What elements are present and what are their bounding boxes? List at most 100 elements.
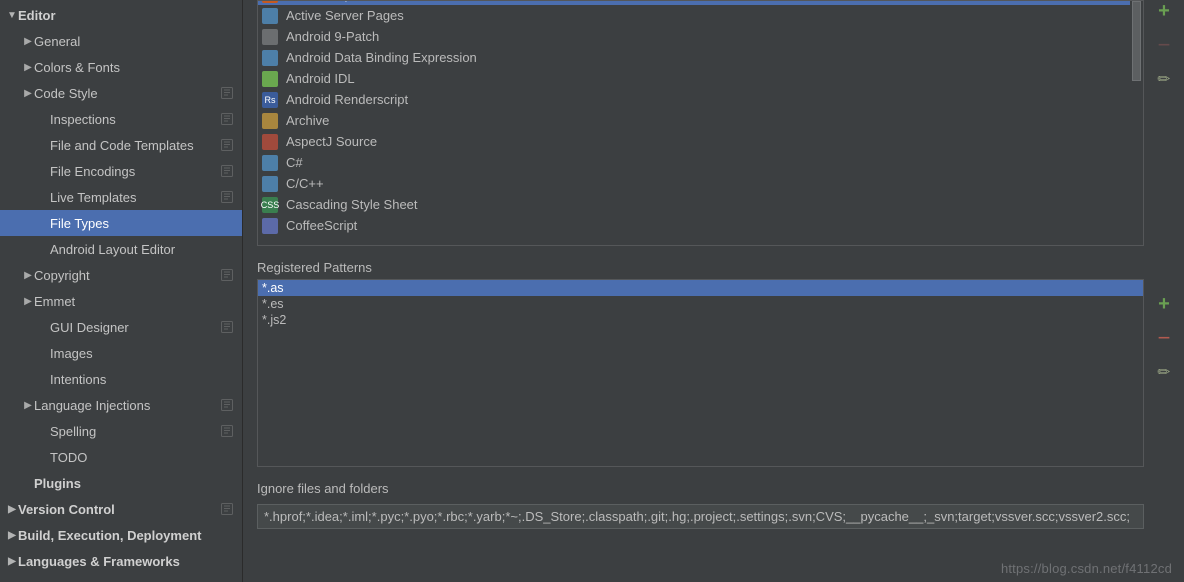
filetype-row[interactable]: C# — [258, 152, 1143, 173]
remove-filetype-button[interactable]: − — [1153, 34, 1175, 56]
pattern-row[interactable]: *.as — [258, 280, 1143, 296]
filetype-list[interactable]: ASActionScriptActive Server PagesAndroid… — [257, 0, 1144, 246]
filetype-label: C# — [286, 155, 303, 170]
filetype-row[interactable]: CSSCascading Style Sheet — [258, 194, 1143, 215]
sidebar-item[interactable]: Images — [0, 340, 242, 366]
filetype-label: Active Server Pages — [286, 8, 404, 23]
sidebar-item-label: File Encodings — [50, 164, 218, 179]
filetype-row[interactable]: Archive — [258, 110, 1143, 131]
filetype-row[interactable]: RsAndroid Renderscript — [258, 89, 1143, 110]
sidebar-item-label: TODO — [50, 450, 242, 465]
sidebar-item-label: Inspections — [50, 112, 218, 127]
sidebar-item[interactable]: File and Code Templates — [0, 132, 242, 158]
chevron-right-icon: ▶ — [6, 556, 18, 567]
filetype-icon — [262, 71, 278, 87]
scope-icon — [218, 190, 236, 204]
add-filetype-button[interactable]: + — [1153, 0, 1175, 22]
registered-patterns-label: Registered Patterns — [257, 260, 1184, 275]
add-pattern-button[interactable]: + — [1153, 293, 1175, 315]
sidebar-item[interactable]: Android Layout Editor — [0, 236, 242, 262]
scope-icon — [218, 424, 236, 438]
sidebar-item[interactable]: TODO — [0, 444, 242, 470]
sidebar-item-label: Intentions — [50, 372, 242, 387]
sidebar-item[interactable]: File Encodings — [0, 158, 242, 184]
sidebar-item[interactable]: Inspections — [0, 106, 242, 132]
sidebar-item-label: Languages & Frameworks — [18, 554, 242, 569]
filetype-row[interactable]: C/C++ — [258, 173, 1143, 194]
filetype-icon — [262, 50, 278, 66]
sidebar-item-label: Language Injections — [34, 398, 218, 413]
chevron-right-icon: ▶ — [22, 88, 34, 99]
filetype-icon — [262, 134, 278, 150]
watermark: https://blog.csdn.net/f4112cd — [1001, 561, 1178, 576]
edit-filetype-button[interactable]: ✎ — [1148, 63, 1179, 94]
scope-icon — [218, 112, 236, 126]
chevron-right-icon: ▶ — [22, 36, 34, 47]
sidebar-item-label: Editor — [18, 8, 242, 23]
sidebar-item[interactable]: ▼Editor — [0, 2, 242, 28]
filetype-label: Android Renderscript — [286, 92, 408, 107]
chevron-right-icon: ▶ — [22, 62, 34, 73]
settings-sidebar: ▼Editor▶General▶Colors & Fonts▶Code Styl… — [0, 0, 243, 582]
ignore-input[interactable] — [257, 504, 1144, 529]
sidebar-item[interactable]: ▶Code Style — [0, 80, 242, 106]
filetype-scrollbar[interactable] — [1130, 0, 1144, 246]
sidebar-item[interactable]: ▶Version Control — [0, 496, 242, 522]
edit-pattern-button[interactable]: ✎ — [1148, 356, 1179, 387]
sidebar-item-label: Colors & Fonts — [34, 60, 242, 75]
filetype-icon — [262, 218, 278, 234]
sidebar-item-label: Spelling — [50, 424, 218, 439]
filetype-label: Archive — [286, 113, 329, 128]
scope-icon — [218, 502, 236, 516]
filetype-row[interactable]: Active Server Pages — [258, 5, 1143, 26]
sidebar-item[interactable]: Plugins — [0, 470, 242, 496]
scope-icon — [218, 86, 236, 100]
sidebar-item[interactable]: Intentions — [0, 366, 242, 392]
filetype-row[interactable]: Android IDL — [258, 68, 1143, 89]
sidebar-item[interactable]: ▶Build, Execution, Deployment — [0, 522, 242, 548]
pattern-row[interactable]: *.js2 — [258, 312, 1143, 328]
filetype-label: AspectJ Source — [286, 134, 377, 149]
chevron-right-icon: ▶ — [6, 530, 18, 541]
sidebar-item[interactable]: GUI Designer — [0, 314, 242, 340]
filetype-icon — [262, 176, 278, 192]
scope-icon — [218, 320, 236, 334]
sidebar-item[interactable]: ▶Languages & Frameworks — [0, 548, 242, 574]
filetype-label: Android IDL — [286, 71, 355, 86]
sidebar-item-label: General — [34, 34, 242, 49]
filetype-icon — [262, 155, 278, 171]
scope-icon — [218, 138, 236, 152]
scope-icon — [218, 268, 236, 282]
sidebar-item[interactable]: File Types — [0, 210, 242, 236]
scroll-thumb[interactable] — [1132, 1, 1141, 81]
sidebar-item-label: GUI Designer — [50, 320, 218, 335]
filetype-row[interactable]: AspectJ Source — [258, 131, 1143, 152]
sidebar-item[interactable]: ▶Copyright — [0, 262, 242, 288]
filetypes-pane: ASActionScriptActive Server PagesAndroid… — [243, 0, 1184, 246]
remove-pattern-button[interactable]: − — [1153, 327, 1175, 349]
sidebar-item[interactable]: ▶General — [0, 28, 242, 54]
filetype-label: Android Data Binding Expression — [286, 50, 477, 65]
sidebar-item[interactable]: ▶Language Injections — [0, 392, 242, 418]
sidebar-item[interactable]: ▶Emmet — [0, 288, 242, 314]
chevron-right-icon: ▶ — [22, 296, 34, 307]
sidebar-item-label: Plugins — [34, 476, 242, 491]
sidebar-item[interactable]: Spelling — [0, 418, 242, 444]
filetype-row[interactable]: CoffeeScript — [258, 215, 1143, 236]
pattern-row[interactable]: *.es — [258, 296, 1143, 312]
filetype-row[interactable]: Android Data Binding Expression — [258, 47, 1143, 68]
filetype-row[interactable]: Android 9-Patch — [258, 26, 1143, 47]
filetype-icon — [262, 8, 278, 24]
chevron-right-icon: ▶ — [6, 504, 18, 515]
sidebar-item-label: Code Style — [34, 86, 218, 101]
patterns-list[interactable]: *.as*.es*.js2 — [257, 279, 1144, 467]
sidebar-item-label: File and Code Templates — [50, 138, 218, 153]
sidebar-item-label: Copyright — [34, 268, 218, 283]
filetype-icon — [262, 29, 278, 45]
chevron-right-icon: ▶ — [22, 270, 34, 281]
sidebar-item-label: Version Control — [18, 502, 218, 517]
sidebar-item-label: Live Templates — [50, 190, 218, 205]
sidebar-item-label: Images — [50, 346, 242, 361]
sidebar-item[interactable]: ▶Colors & Fonts — [0, 54, 242, 80]
sidebar-item[interactable]: Live Templates — [0, 184, 242, 210]
